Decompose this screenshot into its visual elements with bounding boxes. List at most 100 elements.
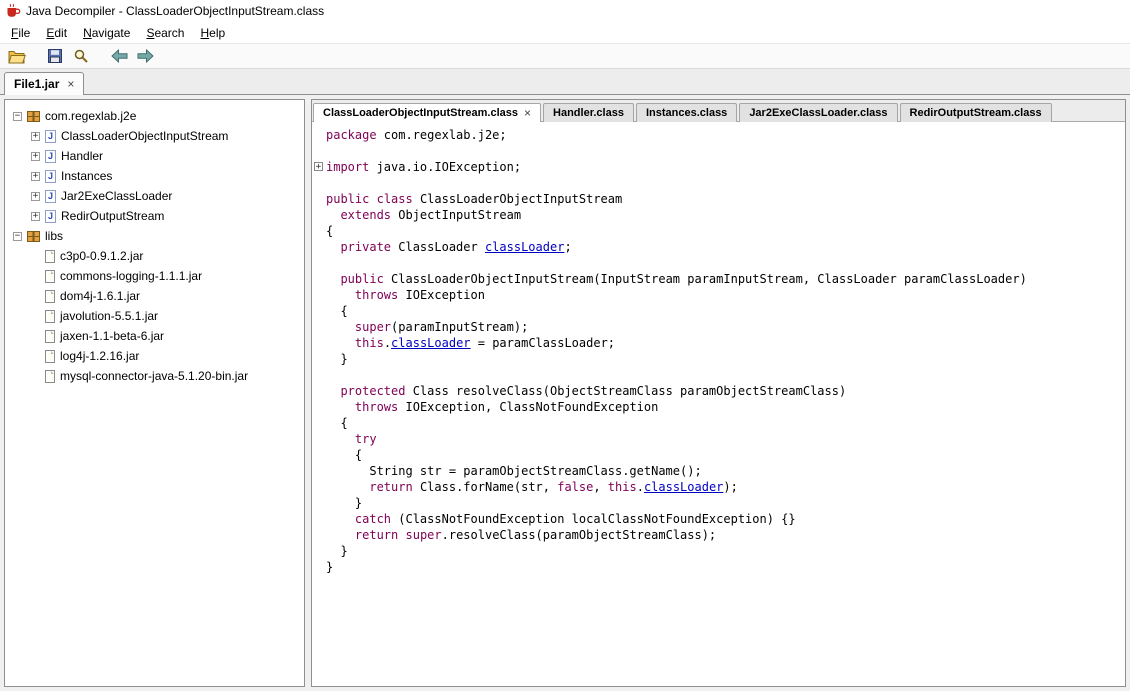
- code-line: protected Class resolveClass(ObjectStrea…: [312, 383, 1125, 399]
- java-decompiler-cup-icon: [7, 3, 21, 17]
- collapse-toggle-icon[interactable]: −: [13, 231, 22, 241]
- code-line: public ClassLoaderObjectInputStream(Inpu…: [312, 271, 1125, 287]
- tree-panel[interactable]: − com.regexlab.j2e + J ClassLoaderObjectInpu…: [4, 99, 305, 687]
- code-text: protected Class resolveClass(ObjectStrea…: [340, 384, 847, 398]
- tree-item-classloaderobjectinputstream[interactable]: + J ClassLoaderObjectInputStream: [5, 126, 304, 146]
- editor-panel: ClassLoaderObjectInputStream.class × Handl…: [311, 99, 1126, 687]
- fold-gutter: [312, 431, 326, 447]
- code-text: throws IOException: [354, 288, 485, 302]
- tree-item-label: commons-logging-1.1.1.jar: [60, 269, 203, 283]
- menu-item-help[interactable]: Help: [192, 23, 233, 43]
- class-icon: J: [45, 189, 56, 203]
- expand-toggle-icon[interactable]: +: [31, 131, 40, 141]
- fold-gutter: [312, 335, 326, 351]
- forward-button[interactable]: [133, 45, 157, 67]
- back-button[interactable]: [107, 45, 131, 67]
- tree-item-label: javolution-5.5.1.jar: [60, 309, 159, 323]
- save-all-sources-button[interactable]: [43, 45, 67, 67]
- code-text: private ClassLoader classLoader;: [340, 240, 572, 254]
- tree-item-commons-logging-1-1-1-jar[interactable]: commons-logging-1.1.1.jar: [5, 266, 304, 286]
- expand-toggle-icon[interactable]: +: [31, 151, 40, 161]
- field-link[interactable]: classLoader: [644, 480, 723, 494]
- code-line: super(paramInputStream);: [312, 319, 1125, 335]
- tree-item-mysql-connector-java-5-1-20-bin-jar[interactable]: mysql-connector-java-5.1.20-bin.jar: [5, 366, 304, 386]
- code-area[interactable]: package com.regexlab.j2e; + import java.i…: [312, 122, 1125, 686]
- jar-tab[interactable]: File1.jar ×: [4, 72, 85, 95]
- tree-item-log4j-1-2-16-jar[interactable]: log4j-1.2.16.jar: [5, 346, 304, 366]
- fold-expand-icon[interactable]: +: [314, 162, 323, 172]
- tree-item-dom4j-1-6-1-jar[interactable]: dom4j-1.6.1.jar: [5, 286, 304, 306]
- tree-item-label: mysql-connector-java-5.1.20-bin.jar: [60, 369, 249, 383]
- code-line: {: [312, 447, 1125, 463]
- tree-item-rediroutputstream[interactable]: + J RedirOutputStream: [5, 206, 304, 226]
- fold-gutter: [312, 399, 326, 415]
- code-text: return super.resolveClass(paramObjectStr…: [354, 528, 717, 542]
- editor-tab-jar2execlassloader-class[interactable]: Jar2ExeClassLoader.class: [739, 103, 898, 122]
- fold-gutter: [312, 207, 326, 223]
- tree-item-jar2execlassloader[interactable]: + J Jar2ExeClassLoader: [5, 186, 304, 206]
- menu-item-search[interactable]: Search: [138, 23, 192, 43]
- tree-item-label: RedirOutputStream: [61, 209, 165, 223]
- fold-gutter: [312, 287, 326, 303]
- code-text: throws IOException, ClassNotFoundExcepti…: [354, 400, 659, 414]
- editor-tab-label: ClassLoaderObjectInputStream.class: [323, 107, 519, 119]
- code-line: + import java.io.IOException;: [312, 159, 1125, 175]
- code-line: private ClassLoader classLoader;: [312, 239, 1125, 255]
- tree-item-javolution-5-5-1-jar[interactable]: javolution-5.5.1.jar: [5, 306, 304, 326]
- editor-tab-handler-class[interactable]: Handler.class: [543, 103, 634, 122]
- fold-gutter: [312, 479, 326, 495]
- jar-tab-label: File1.jar: [14, 77, 60, 91]
- tree-item-label: Instances: [61, 169, 113, 183]
- fold-gutter: [312, 319, 326, 335]
- code-line: catch (ClassNotFoundException localClass…: [312, 511, 1125, 527]
- close-jar-tab-icon[interactable]: ×: [67, 78, 74, 90]
- package-icon: [27, 230, 40, 242]
- code-text: }: [326, 544, 348, 558]
- tree-item-instances[interactable]: + J Instances: [5, 166, 304, 186]
- fold-gutter: +: [312, 159, 326, 175]
- expand-toggle-icon[interactable]: +: [31, 191, 40, 201]
- fold-gutter: [312, 303, 326, 319]
- code-line: }: [312, 543, 1125, 559]
- menu-item-edit[interactable]: Edit: [38, 23, 75, 43]
- expand-toggle-icon[interactable]: +: [31, 211, 40, 221]
- menu-item-file[interactable]: File: [3, 23, 38, 43]
- tree-item-c3p0-0-9-1-2-jar[interactable]: c3p0-0.9.1.2.jar: [5, 246, 304, 266]
- jar-icon: [45, 269, 55, 283]
- tree-item-jaxen-1-1-beta-6-jar[interactable]: jaxen-1.1-beta-6.jar: [5, 326, 304, 346]
- open-folder-icon: [8, 50, 26, 63]
- back-arrow-icon: [110, 49, 127, 63]
- code-line: [312, 143, 1125, 159]
- open-file-button[interactable]: [5, 45, 29, 67]
- tree-item-libs[interactable]: − libs: [5, 226, 304, 246]
- editor-tab-rediroutputstream-class[interactable]: RedirOutputStream.class: [899, 103, 1052, 122]
- field-link[interactable]: classLoader: [391, 336, 470, 350]
- code-line: }: [312, 495, 1125, 511]
- code-text: public class ClassLoaderObjectInputStrea…: [326, 192, 623, 206]
- collapse-toggle-icon[interactable]: −: [13, 111, 22, 121]
- fold-gutter: [312, 527, 326, 543]
- editor-tab-instances-class[interactable]: Instances.class: [635, 103, 738, 122]
- field-link[interactable]: classLoader: [485, 240, 564, 254]
- tree-item-com-regexlab-j2e[interactable]: − com.regexlab.j2e: [5, 106, 304, 126]
- tree-item-label: ClassLoaderObjectInputStream: [61, 129, 229, 143]
- app-window: Java Decompiler - ClassLoaderObjectInput…: [0, 0, 1130, 691]
- code-line: }: [312, 351, 1125, 367]
- fold-gutter: [312, 447, 326, 463]
- menu-item-navigate[interactable]: Navigate: [75, 23, 138, 43]
- fold-gutter: [312, 255, 326, 271]
- tree-item-handler[interactable]: + J Handler: [5, 146, 304, 166]
- fold-gutter: [312, 175, 326, 191]
- code-text: return Class.forName(str, false, this.cl…: [369, 480, 738, 494]
- close-tab-icon[interactable]: ×: [524, 107, 531, 119]
- expand-toggle-icon[interactable]: +: [31, 171, 40, 181]
- editor-tab-classloaderobjectinputstream-class[interactable]: ClassLoaderObjectInputStream.class ×: [313, 103, 542, 122]
- search-button[interactable]: [69, 45, 93, 67]
- toolbar: [0, 43, 1130, 69]
- save-all-icon: [48, 49, 62, 63]
- code-line: package com.regexlab.j2e;: [312, 127, 1125, 143]
- package-icon: [27, 110, 40, 122]
- fold-gutter: [312, 511, 326, 527]
